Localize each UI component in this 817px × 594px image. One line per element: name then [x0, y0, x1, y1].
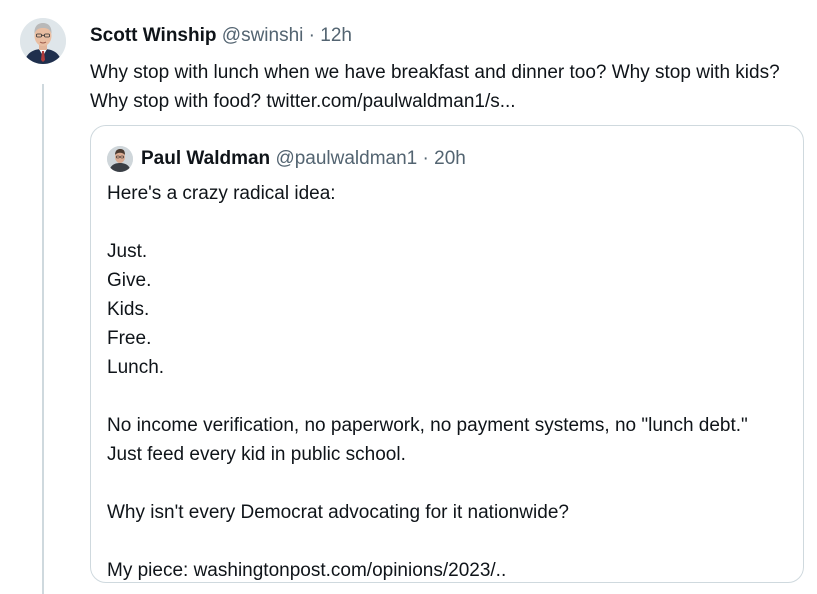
quoted-author-handle[interactable]: @paulwaldman1 — [275, 148, 417, 169]
quoted-line: Free. — [107, 328, 152, 349]
tweet-text: Why stop with lunch when we have breakfa… — [90, 62, 780, 112]
author-handle[interactable]: @swinshi — [222, 25, 304, 46]
quoted-time[interactable]: 20h — [434, 148, 466, 169]
quoted-line: My piece: washingtonpost.com/opinions/20… — [107, 560, 507, 581]
quoted-author-name[interactable]: Paul Waldman — [141, 148, 270, 169]
tweet-header: Scott Winship @swinshi · 12h — [90, 23, 352, 49]
quoted-line: Just. — [107, 241, 148, 262]
quoted-line: No income verification, no paperwork, no… — [107, 415, 748, 465]
quoted-line: Why isn't every Democrat advocating for … — [107, 502, 569, 523]
quoted-separator-dot: · — [422, 148, 429, 169]
quoted-avatar-image — [107, 146, 133, 172]
thread-line — [42, 84, 44, 594]
quoted-line: Kids. — [107, 299, 150, 320]
quoted-line: Here's a crazy radical idea: — [107, 183, 336, 204]
tweet-time[interactable]: 12h — [320, 25, 352, 46]
author-avatar[interactable] — [20, 18, 66, 64]
quoted-author-avatar[interactable] — [107, 146, 133, 172]
quoted-tweet[interactable]: Paul Waldman @paulwaldman1 · 20h Here's … — [90, 125, 804, 583]
quoted-header: Paul Waldman @paulwaldman1 · 20h — [141, 146, 466, 172]
separator-dot: · — [308, 25, 315, 46]
avatar-image — [20, 18, 66, 64]
quoted-line: Lunch. — [107, 357, 165, 378]
quoted-line: Give. — [107, 270, 152, 291]
tweet[interactable]: Scott Winship @swinshi · 12h Why stop wi… — [0, 0, 817, 594]
quoted-text: Here's a crazy radical idea: Just. Give.… — [107, 179, 787, 585]
author-name[interactable]: Scott Winship — [90, 25, 217, 46]
